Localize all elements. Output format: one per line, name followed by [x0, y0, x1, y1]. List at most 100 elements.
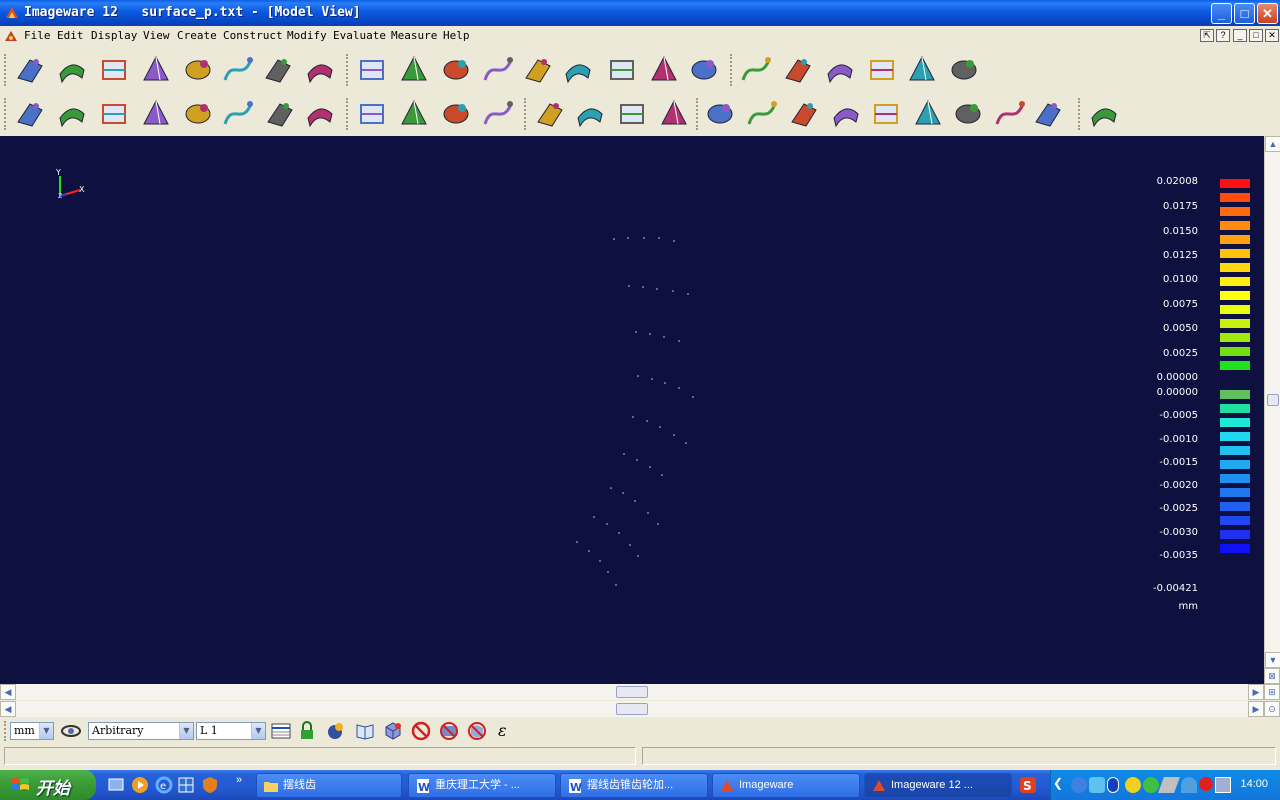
shield-icon[interactable] [200, 775, 222, 795]
layer-stack-icon[interactable] [96, 96, 132, 132]
pyramid-icon[interactable] [260, 52, 296, 88]
view-zoom-icon[interactable]: ⊠ [1264, 668, 1280, 684]
probe-icon[interactable] [262, 96, 298, 132]
view-pan-icon[interactable]: ⊞ [1264, 684, 1280, 700]
show-desktop-icon[interactable] [106, 775, 128, 795]
view-select[interactable]: Arbitrary ▼ [88, 722, 194, 740]
palette-icon[interactable] [1086, 96, 1122, 132]
chevron-down-icon[interactable]: ▼ [179, 723, 193, 739]
sphere-object-icon[interactable] [324, 720, 346, 742]
wifi-icon[interactable] [1143, 777, 1159, 793]
taskbar-item-word-2[interactable]: W 摆线齿锥齿轮加... [560, 773, 708, 798]
horizontal-scroll-thumb[interactable] [616, 703, 648, 715]
diagnose-icon[interactable] [54, 96, 90, 132]
media-player-icon[interactable] [130, 775, 152, 795]
lightning-icon[interactable] [744, 96, 780, 132]
toolbar-grip[interactable] [730, 54, 733, 86]
tray-record-icon[interactable] [1199, 777, 1213, 791]
scroll-down-button[interactable]: ▼ [1265, 652, 1280, 668]
toolbar-grip[interactable] [696, 98, 699, 130]
node-network-icon[interactable] [864, 52, 900, 88]
unit-select[interactable]: mm ▼ [10, 722, 54, 740]
mdi-restore-icon[interactable]: ⇱ [1200, 29, 1214, 42]
taskbar-item-word-1[interactable]: W 重庆理工大学 - ... [408, 773, 556, 798]
hide-all-icon[interactable] [466, 720, 488, 742]
cup-surface-icon[interactable] [302, 52, 338, 88]
lock-icon[interactable] [296, 720, 318, 742]
start-button[interactable]: 开始 [0, 770, 96, 800]
scan-data-icon[interactable] [54, 52, 90, 88]
menu-modify[interactable]: Modify [287, 29, 327, 42]
taskbar-item-imageware[interactable]: Imageware [712, 773, 860, 798]
cut-section-icon[interactable] [302, 96, 338, 132]
internet-explorer-icon[interactable]: e [154, 775, 176, 795]
menu-construct[interactable]: Construct [223, 29, 283, 42]
network-icon[interactable] [176, 775, 198, 795]
tray-umbrella-icon[interactable] [1181, 777, 1197, 793]
surface-patch-icon[interactable] [614, 96, 650, 132]
chevron-down-icon[interactable]: ▼ [251, 723, 265, 739]
trim-surface-icon[interactable] [646, 52, 682, 88]
frame-icon[interactable] [180, 96, 216, 132]
menu-measure[interactable]: Measure [391, 29, 437, 42]
menu-edit[interactable]: Edit [57, 29, 84, 42]
mdi-maximize-icon[interactable]: □ [1249, 29, 1263, 42]
toolbar-grip[interactable] [4, 54, 7, 86]
mesh-grid-icon[interactable] [702, 96, 738, 132]
menu-display[interactable]: Display [91, 29, 137, 42]
cube-shaded-icon[interactable] [382, 720, 404, 742]
menu-help[interactable]: Help [443, 29, 470, 42]
vertical-scrollbar[interactable]: ▲ ▼ [1264, 136, 1280, 668]
grid-display-icon[interactable] [220, 52, 256, 88]
surface-point-icon[interactable] [950, 96, 986, 132]
toolbar-grip[interactable] [1078, 98, 1081, 130]
toolbar-grip[interactable] [4, 98, 7, 130]
book-icon[interactable] [354, 720, 376, 742]
cancel-icon[interactable] [1030, 96, 1066, 132]
vector-icon[interactable] [138, 96, 174, 132]
no-display-icon[interactable] [410, 720, 432, 742]
ruled-surface-icon[interactable] [686, 52, 722, 88]
cube-icon[interactable] [180, 52, 216, 88]
scroll-right-button[interactable]: ▶ [1248, 701, 1264, 717]
menu-view[interactable]: View [143, 29, 170, 42]
sogou-input-icon[interactable]: S [1018, 775, 1040, 795]
fold-surface-icon[interactable] [396, 96, 432, 132]
shaded-sheet-icon[interactable] [438, 96, 474, 132]
scroll-left-button[interactable]: ◀ [0, 701, 16, 717]
toolbar-grip[interactable] [346, 98, 349, 130]
swept-surface-icon[interactable] [480, 52, 516, 88]
mesh-outline-icon[interactable] [822, 52, 858, 88]
blend-surface-icon[interactable] [520, 52, 556, 88]
open-file-icon[interactable] [12, 52, 48, 88]
plane-cross-icon[interactable] [946, 52, 982, 88]
horizontal-scrollbar-secondary[interactable]: ◀ ▶ [0, 701, 1264, 717]
cone-icon[interactable] [738, 52, 774, 88]
wireframe-box-icon[interactable] [780, 52, 816, 88]
fan-mesh-icon[interactable] [656, 96, 692, 132]
toolbar-grip[interactable] [4, 721, 7, 741]
cloud-points-icon[interactable] [532, 96, 568, 132]
offset-surface-icon[interactable] [560, 52, 596, 88]
intersect-icon[interactable] [992, 96, 1028, 132]
menu-evaluate[interactable]: Evaluate [333, 29, 386, 42]
toolbar-grip[interactable] [346, 54, 349, 86]
minimize-button[interactable]: _ [1211, 3, 1232, 24]
document-icon[interactable] [3, 28, 19, 44]
layer-table-icon[interactable] [270, 720, 292, 742]
view-rotate-icon[interactable]: ⊙ [1264, 701, 1280, 717]
taskbar-item-folder[interactable]: 摆线齿 [256, 773, 402, 798]
tray-drive-icon[interactable] [1158, 777, 1180, 793]
tray-cloud-icon[interactable] [1089, 777, 1105, 793]
layer-select[interactable]: L 1 ▼ [196, 722, 266, 740]
tray-expand-icon[interactable]: ❮ [1053, 776, 1067, 794]
curve-point-icon[interactable] [786, 96, 822, 132]
surface-box-icon[interactable] [138, 52, 174, 88]
line-points-icon[interactable] [828, 96, 864, 132]
model-view-viewport[interactable]: Y X Z 0.02008 0.0175 0.0150 0.0125 0.0100 0.0… [0, 136, 1264, 684]
plane-fit-icon[interactable] [354, 52, 390, 88]
toolbar-grip[interactable] [524, 98, 527, 130]
tray-display-icon[interactable] [1215, 777, 1231, 793]
menu-file[interactable]: File [24, 29, 51, 42]
menu-create[interactable]: Create [177, 29, 217, 42]
